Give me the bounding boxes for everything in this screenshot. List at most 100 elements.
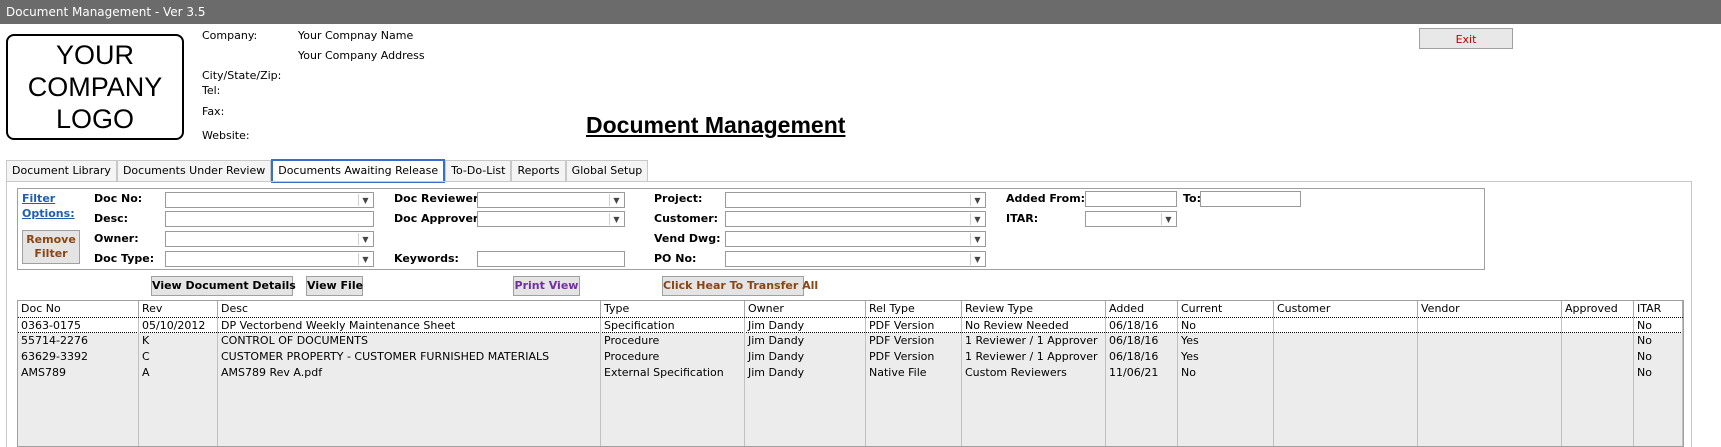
itar-label: ITAR: <box>1006 212 1039 225</box>
column-header-itar[interactable]: ITAR <box>1634 301 1683 317</box>
tab-global-setup[interactable]: Global Setup <box>565 160 649 181</box>
window-titlebar: Document Management - Ver 3.5 <box>0 0 1721 24</box>
customer-label: Customer: <box>654 212 719 225</box>
chevron-down-icon[interactable]: ▼ <box>609 194 623 206</box>
column-header-vendor[interactable]: Vendor <box>1418 301 1562 317</box>
doc-reviewer-label: Doc Reviewer: <box>394 192 483 205</box>
po-no-label: PO No: <box>654 252 697 265</box>
column-header-rel-type[interactable]: Rel Type <box>866 301 962 317</box>
doc-reviewer-combo[interactable]: ▼ <box>477 192 625 208</box>
doc-type-combo[interactable]: ▼ <box>165 251 374 267</box>
view-file-button[interactable]: View File <box>306 276 363 296</box>
cell-type: Procedure <box>601 333 745 349</box>
chevron-down-icon[interactable]: ▼ <box>1161 213 1175 225</box>
project-combo[interactable]: ▼ <box>725 192 986 208</box>
chevron-down-icon[interactable]: ▼ <box>970 253 984 265</box>
doc-no-combo[interactable]: ▼ <box>165 192 374 208</box>
cell-owner: Jim Dandy <box>745 333 866 349</box>
remove-filter-button[interactable]: Remove Filter <box>22 230 80 264</box>
column-header-doc-no[interactable]: Doc No <box>18 301 139 317</box>
chevron-down-icon[interactable]: ▼ <box>358 253 372 265</box>
company-label: Company: <box>202 29 258 42</box>
cell-desc: AMS789 Rev A.pdf <box>218 365 601 381</box>
column-header-type[interactable]: Type <box>601 301 745 317</box>
column-header-approved[interactable]: Approved <box>1562 301 1634 317</box>
transfer-all-button[interactable]: Click Hear To Transfer All <box>662 276 818 296</box>
fax-label: Fax: <box>202 105 225 118</box>
added-from-label: Added From: <box>1006 192 1086 205</box>
tab-documents-under-review[interactable]: Documents Under Review <box>116 160 272 181</box>
cell-rel-type: Native File <box>866 365 962 381</box>
added-from-field[interactable] <box>1085 191 1177 207</box>
owner-combo[interactable]: ▼ <box>165 231 374 247</box>
cell-itar: No <box>1634 349 1683 365</box>
keywords-field[interactable] <box>477 251 625 267</box>
table-header-row: Doc No Rev Desc Type Owner Rel Type Revi… <box>18 301 1683 318</box>
tab-document-library[interactable]: Document Library <box>6 160 117 181</box>
tab-to-do-list[interactable]: To-Do-List <box>445 160 512 181</box>
table-row[interactable]: 63629-3392 C CUSTOMER PROPERTY - CUSTOME… <box>18 349 1683 365</box>
chevron-down-icon[interactable]: ▼ <box>358 194 372 206</box>
cell-rev: 05/10/2012 <box>139 318 218 334</box>
cell-customer <box>1274 318 1418 334</box>
tab-reports[interactable]: Reports <box>511 160 566 181</box>
column-header-desc[interactable]: Desc <box>218 301 601 317</box>
cell-current: No <box>1178 318 1274 334</box>
cell-added: 06/18/16 <box>1106 318 1178 334</box>
cell-vendor <box>1418 333 1562 349</box>
cell-review-type: 1 Reviewer / 1 Approver <box>962 349 1106 365</box>
cell-itar: No <box>1634 333 1683 349</box>
doc-type-label: Doc Type: <box>94 252 155 265</box>
cell-owner: Jim Dandy <box>745 318 866 334</box>
cell-rel-type: PDF Version <box>866 318 962 334</box>
website-label: Website: <box>202 129 250 142</box>
filter-options-line2: Options: <box>22 207 75 220</box>
cell-owner: Jim Dandy <box>745 349 866 365</box>
table-row[interactable]: 0363-0175 05/10/2012 DP Vectorbend Weekl… <box>18 317 1683 334</box>
po-no-combo[interactable]: ▼ <box>725 251 986 267</box>
cell-doc-no: 0363-0175 <box>18 318 139 334</box>
filter-options-link[interactable]: Filter Options: <box>22 191 75 221</box>
city-state-zip-label: City/State/Zip: <box>202 69 282 82</box>
column-header-review-type[interactable]: Review Type <box>962 301 1106 317</box>
cell-owner: Jim Dandy <box>745 365 866 381</box>
column-header-current[interactable]: Current <box>1178 301 1274 317</box>
chevron-down-icon[interactable]: ▼ <box>970 233 984 245</box>
itar-combo[interactable]: ▼ <box>1085 211 1177 227</box>
added-to-field[interactable] <box>1200 191 1301 207</box>
page-title: Document Management <box>586 112 846 138</box>
column-header-owner[interactable]: Owner <box>745 301 866 317</box>
doc-approver-label: Doc Approver: <box>394 212 483 225</box>
cell-current: Yes <box>1178 333 1274 349</box>
doc-approver-combo[interactable]: ▼ <box>477 211 625 227</box>
column-header-rev[interactable]: Rev <box>139 301 218 317</box>
table-row[interactable]: 55714-2276 K CONTROL OF DOCUMENTS Proced… <box>18 333 1683 349</box>
chevron-down-icon[interactable]: ▼ <box>970 213 984 225</box>
customer-combo[interactable]: ▼ <box>725 211 986 227</box>
tab-documents-awaiting-release[interactable]: Documents Awaiting Release <box>271 159 446 183</box>
exit-button[interactable]: Exit <box>1419 28 1513 49</box>
cell-review-type: Custom Reviewers <box>962 365 1106 381</box>
column-header-customer[interactable]: Customer <box>1274 301 1418 317</box>
chevron-down-icon[interactable]: ▼ <box>970 194 984 206</box>
cell-approved <box>1562 318 1634 334</box>
project-label: Project: <box>654 192 703 205</box>
cell-current: No <box>1178 365 1274 381</box>
tab-bar: Document Library Documents Under Review … <box>6 159 649 183</box>
table-row[interactable]: AMS789 A AMS789 Rev A.pdf External Speci… <box>18 365 1683 381</box>
view-document-details-button[interactable]: View Document Details <box>151 276 296 296</box>
chevron-down-icon[interactable]: ▼ <box>358 233 372 245</box>
cell-desc: CUSTOMER PROPERTY - CUSTOMER FURNISHED M… <box>218 349 601 365</box>
column-header-added[interactable]: Added <box>1106 301 1178 317</box>
cell-approved <box>1562 333 1634 349</box>
desc-field[interactable] <box>165 211 374 227</box>
remove-filter-line2: Filter <box>34 247 68 260</box>
cell-added: 06/18/16 <box>1106 333 1178 349</box>
chevron-down-icon[interactable]: ▼ <box>609 213 623 225</box>
print-view-button[interactable]: Print View <box>513 276 580 296</box>
cell-desc: DP Vectorbend Weekly Maintenance Sheet <box>218 318 601 334</box>
vend-dwg-combo[interactable]: ▼ <box>725 231 986 247</box>
cell-customer <box>1274 349 1418 365</box>
company-name: Your Compnay Name <box>298 29 414 42</box>
cell-itar: No <box>1634 318 1683 334</box>
